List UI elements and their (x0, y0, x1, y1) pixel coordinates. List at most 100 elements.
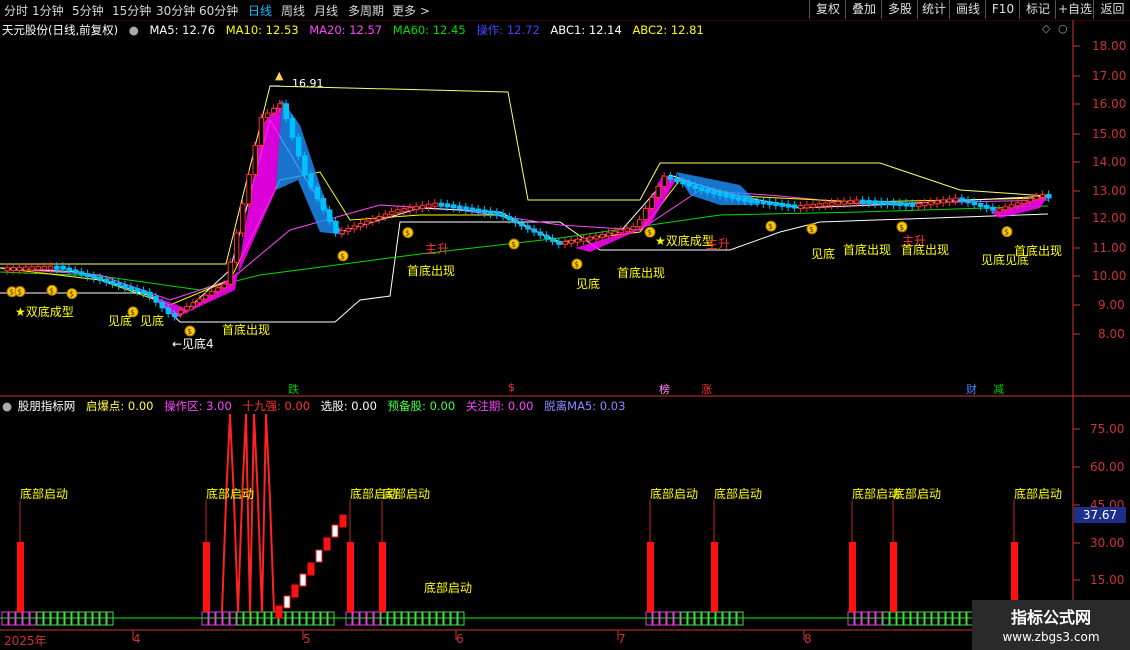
bottom-start-bar (379, 542, 386, 612)
candlestick (519, 218, 525, 230)
sub-annotation-bottom-start-10: 底部启动 (1014, 487, 1063, 501)
candlestick (537, 228, 544, 240)
candlestick (785, 200, 792, 212)
svg-text:$: $ (574, 260, 579, 269)
bottom-start-bar (647, 542, 654, 612)
event-marker-finance[interactable]: 财 (966, 381, 977, 397)
price-tick-16: 16.00 (1092, 97, 1127, 111)
candlestick (122, 280, 128, 292)
money-bag-icon: $ (66, 288, 78, 300)
candlestick (798, 201, 804, 213)
legend-watch-period: 关注期: 0.00 (465, 399, 534, 413)
candlestick (339, 226, 345, 238)
candlestick (252, 141, 258, 179)
abc1-envelope-line (0, 213, 1049, 323)
candlestick (760, 196, 767, 208)
sub-annotation-bottom-start-7: 底部启动 (714, 487, 763, 501)
date-tick-5: 5 (303, 632, 311, 646)
candlestick (240, 199, 246, 238)
legend-deviation-ma5: 脱离MA5: 0.03 (544, 399, 626, 413)
annotation-double-bottom-1: ★双底成型 (15, 305, 74, 319)
candlestick (984, 201, 990, 213)
rising-box (291, 584, 299, 598)
sub-tick-75: 75.00 (1090, 422, 1125, 436)
bottom-start-bar (347, 542, 354, 612)
svg-text:$: $ (511, 240, 516, 249)
candlestick (345, 224, 351, 236)
sub-annotation-bottom-start-9: 底部启动 (893, 487, 942, 501)
event-marker-reduce[interactable]: 减 (993, 381, 1004, 397)
event-marker-dollar[interactable]: $ (508, 381, 515, 394)
sub-current-value: 37.67 (1074, 507, 1126, 523)
candlestick (953, 194, 959, 206)
bottom-start-bar (203, 542, 210, 612)
event-marker-list[interactable]: 榜 (659, 381, 670, 397)
candlestick (767, 197, 773, 209)
candlestick (556, 237, 562, 249)
annotation-first-bottom-5: 首底出现 (901, 243, 950, 257)
sub-tick-15: 15.00 (1090, 573, 1125, 587)
candlestick (779, 199, 785, 211)
candlestick (488, 207, 494, 219)
svg-text:$: $ (340, 252, 345, 261)
rising-box (283, 595, 291, 609)
candlestick (674, 174, 680, 186)
sub-annotation-bottom-start-5: 底部启动 (424, 581, 473, 595)
sub-annotation-bottom-start-2: 底部启动 (206, 487, 255, 501)
event-marker-fall[interactable]: 跌 (288, 381, 299, 397)
legend-reserve: 预备股: 0.00 (387, 399, 456, 413)
sub-tick-30: 30.00 (1090, 536, 1125, 550)
sub-settings-dot-icon[interactable]: ● (2, 399, 12, 413)
candlestick (475, 205, 482, 217)
price-tick-18: 18.00 (1092, 39, 1127, 53)
candlestick (891, 198, 897, 210)
svg-text:$: $ (69, 290, 74, 299)
candlestick (810, 200, 816, 212)
candlestick (940, 195, 947, 207)
ma5-line (0, 118, 1049, 317)
price-tick-11: 11.00 (1092, 241, 1127, 255)
candlestick (946, 194, 953, 206)
price-tick-10: 10.00 (1092, 269, 1127, 283)
candlestick (500, 209, 506, 221)
sub-tick-60: 60.00 (1090, 460, 1125, 474)
candlestick (897, 198, 903, 210)
price-tick-13: 13.00 (1092, 184, 1127, 198)
candlestick (91, 271, 97, 283)
candlestick (382, 210, 389, 222)
rising-box (299, 573, 307, 587)
bottom-start-bar (17, 542, 24, 612)
candlestick (457, 201, 463, 213)
event-marker-rise[interactable]: 涨 (701, 381, 712, 397)
legend-top19: 十九强: 0.00 (242, 399, 311, 413)
svg-text:$: $ (49, 286, 54, 295)
chart-canvas: ▲ $ $ $ $$$$$$$$$ $ $$ (0, 20, 1130, 640)
candlestick (804, 200, 810, 212)
candlestick (928, 197, 934, 209)
candlestick (574, 235, 581, 247)
date-tick-6: 6 (456, 632, 464, 646)
peak-price-label: 16.91 (292, 77, 324, 90)
rising-box (339, 514, 347, 528)
sub-legend: ● 股朋指标网 启爆点: 0.00 操作区: 3.00 十九强: 0.00 选股… (0, 398, 632, 414)
candlestick (959, 194, 965, 206)
sub-chart-title: 股朋指标网 (17, 399, 76, 413)
price-tick-17: 17.00 (1092, 69, 1127, 83)
sub-annotation-bottom-start-1: 底部启动 (20, 487, 69, 501)
candlestick (469, 204, 475, 215)
top19-oscillation-line (221, 413, 275, 613)
candlestick (407, 203, 413, 215)
money-bag-icon: $ (402, 227, 414, 239)
legend-trigger-point: 启爆点: 0.00 (85, 399, 154, 413)
legend-operation-zone: 操作区: 3.00 (164, 399, 232, 413)
candlestick (525, 221, 531, 233)
candlestick (4, 263, 10, 275)
candlestick (866, 196, 872, 208)
candlestick (568, 236, 575, 248)
price-tick-8: 8.00 (1098, 327, 1125, 341)
svg-text:$: $ (768, 222, 773, 231)
candlestick (543, 231, 550, 243)
svg-text:$: $ (17, 287, 22, 296)
candlestick (116, 278, 122, 290)
annotation-bottom-2: 见底 (140, 314, 165, 328)
